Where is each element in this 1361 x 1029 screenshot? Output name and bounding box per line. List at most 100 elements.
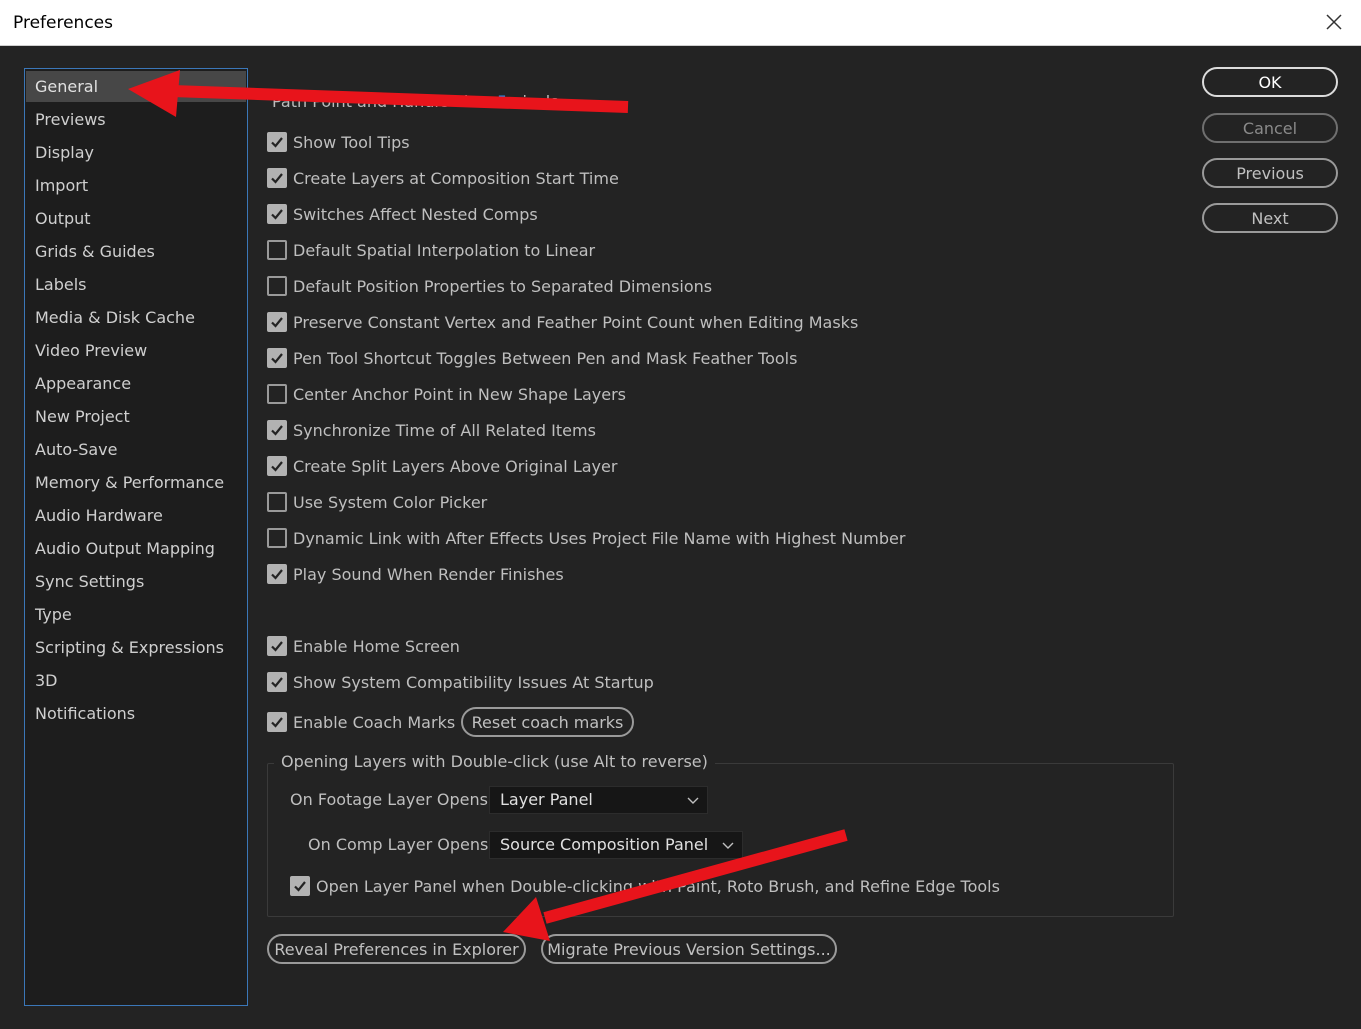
sidebar-item-previews[interactable]: Previews <box>26 104 246 135</box>
footage-layer-opens-select[interactable]: Layer Panel <box>489 786 708 814</box>
checkbox[interactable] <box>267 312 287 332</box>
migrate-settings-button[interactable]: Migrate Previous Version Settings... <box>541 934 837 964</box>
previous-button[interactable]: Previous <box>1202 158 1338 188</box>
checkbox[interactable] <box>267 420 287 440</box>
option-label: Enable Coach Marks <box>293 712 456 732</box>
option-pen-tool-shortcut[interactable]: Pen Tool Shortcut Toggles Between Pen an… <box>267 346 797 370</box>
check-icon <box>271 317 283 328</box>
option-system-color-picker[interactable]: Use System Color Picker <box>267 490 487 514</box>
option-label: Create Layers at Composition Start Time <box>293 168 619 188</box>
cancel-button[interactable]: Cancel <box>1202 113 1338 143</box>
checkbox[interactable] <box>267 204 287 224</box>
path-point-size-label: Path Point and Handle Size: <box>272 92 492 108</box>
check-icon <box>271 717 283 728</box>
sidebar-item-3d[interactable]: 3D <box>26 665 246 696</box>
sidebar-item-display[interactable]: Display <box>26 137 246 168</box>
sidebar-item-notifications[interactable]: Notifications <box>26 698 246 729</box>
check-icon <box>271 209 283 220</box>
sidebar-item-grids-guides[interactable]: Grids & Guides <box>26 236 246 267</box>
option-separated-dimensions[interactable]: Default Position Properties to Separated… <box>267 274 712 298</box>
check-icon <box>271 461 283 472</box>
path-point-size-value[interactable]: 5 <box>497 92 507 108</box>
sidebar-item-import[interactable]: Import <box>26 170 246 201</box>
checkbox[interactable] <box>267 240 287 260</box>
check-icon <box>271 677 283 688</box>
checkbox[interactable] <box>267 492 287 512</box>
sidebar-item-memory-performance[interactable]: Memory & Performance <box>26 467 246 498</box>
reset-coach-marks-button[interactable]: Reset coach marks <box>461 707 634 737</box>
check-icon <box>271 353 283 364</box>
checkbox[interactable] <box>267 168 287 188</box>
sidebar-item-new-project[interactable]: New Project <box>26 401 246 432</box>
checkbox[interactable] <box>267 528 287 548</box>
option-preserve-vertex-count[interactable]: Preserve Constant Vertex and Feather Poi… <box>267 310 858 334</box>
option-switches-nested-comps[interactable]: Switches Affect Nested Comps <box>267 202 538 226</box>
option-create-layers-at-start[interactable]: Create Layers at Composition Start Time <box>267 166 619 190</box>
checkbox[interactable] <box>267 564 287 584</box>
comp-layer-opens-value: Source Composition Panel <box>500 835 709 854</box>
checkbox[interactable] <box>290 876 310 896</box>
comp-layer-opens-select[interactable]: Source Composition Panel <box>489 831 743 859</box>
option-label: Preserve Constant Vertex and Feather Poi… <box>293 312 859 332</box>
title-bar: Preferences <box>0 0 1361 46</box>
sidebar-item-audio-output-mapping[interactable]: Audio Output Mapping <box>26 533 246 564</box>
footage-layer-opens-value: Layer Panel <box>500 790 593 809</box>
comp-layer-opens-label: On Comp Layer Opens: <box>308 835 494 854</box>
checkbox[interactable] <box>267 276 287 296</box>
option-label: Dynamic Link with After Effects Uses Pro… <box>293 528 906 548</box>
double-click-group-title: Opening Layers with Double-click (use Al… <box>274 752 715 771</box>
option-open-layer-panel-paint[interactable]: Open Layer Panel when Double-clicking wi… <box>290 874 1000 898</box>
check-icon <box>271 137 283 148</box>
sidebar-item-appearance[interactable]: Appearance <box>26 368 246 399</box>
sidebar-item-scripting-expressions[interactable]: Scripting & Expressions <box>26 632 246 663</box>
close-icon <box>1326 14 1342 30</box>
sidebar-item-media-disk-cache[interactable]: Media & Disk Cache <box>26 302 246 333</box>
option-label: Center Anchor Point in New Shape Layers <box>293 384 627 404</box>
sidebar-item-type[interactable]: Type <box>26 599 246 630</box>
checkbox[interactable] <box>267 636 287 656</box>
option-enable-home-screen[interactable]: Enable Home Screen <box>267 634 460 658</box>
sidebar-item-sync-settings[interactable]: Sync Settings <box>26 566 246 597</box>
checkbox[interactable] <box>267 348 287 368</box>
option-play-sound-render[interactable]: Play Sound When Render Finishes <box>267 562 564 586</box>
option-label: Create Split Layers Above Original Layer <box>293 456 618 476</box>
option-compatibility-issues[interactable]: Show System Compatibility Issues At Star… <box>267 670 654 694</box>
checkbox[interactable] <box>267 384 287 404</box>
path-point-size-unit: pixels <box>512 92 559 108</box>
option-label: Default Position Properties to Separated… <box>293 276 713 296</box>
option-show-tool-tips[interactable]: Show Tool Tips <box>267 130 410 154</box>
checkbox[interactable] <box>267 132 287 152</box>
sidebar-item-output[interactable]: Output <box>26 203 246 234</box>
footage-layer-opens-label: On Footage Layer Opens: <box>290 790 494 809</box>
checkbox[interactable] <box>267 712 287 732</box>
sidebar-item-labels[interactable]: Labels <box>26 269 246 300</box>
checkbox[interactable] <box>267 672 287 692</box>
checkbox[interactable] <box>267 456 287 476</box>
close-button[interactable] <box>1321 9 1347 35</box>
option-dynamic-link-highest-number[interactable]: Dynamic Link with After Effects Uses Pro… <box>267 526 905 550</box>
check-icon <box>271 569 283 580</box>
sidebar-item-auto-save[interactable]: Auto-Save <box>26 434 246 465</box>
option-label: Show System Compatibility Issues At Star… <box>293 672 654 692</box>
next-button[interactable]: Next <box>1202 203 1338 233</box>
option-label: Pen Tool Shortcut Toggles Between Pen an… <box>293 348 798 368</box>
option-label: Enable Home Screen <box>293 636 460 656</box>
option-split-layers-above[interactable]: Create Split Layers Above Original Layer <box>267 454 617 478</box>
sidebar-item-general[interactable]: General <box>26 71 246 102</box>
chevron-down-icon <box>687 797 699 804</box>
option-synchronize-time[interactable]: Synchronize Time of All Related Items <box>267 418 596 442</box>
sidebar-item-audio-hardware[interactable]: Audio Hardware <box>26 500 246 531</box>
check-icon <box>271 641 283 652</box>
option-spatial-interpolation-linear[interactable]: Default Spatial Interpolation to Linear <box>267 238 595 262</box>
option-label: Synchronize Time of All Related Items <box>293 420 596 440</box>
option-center-anchor-point[interactable]: Center Anchor Point in New Shape Layers <box>267 382 626 406</box>
option-label: Use System Color Picker <box>293 492 488 512</box>
option-label: Open Layer Panel when Double-clicking wi… <box>316 876 1000 896</box>
sidebar-item-video-preview[interactable]: Video Preview <box>26 335 246 366</box>
check-icon <box>271 425 283 436</box>
option-enable-coach-marks[interactable]: Enable Coach Marks <box>267 710 455 734</box>
preferences-category-list: General Previews Display Import Output G… <box>24 68 248 1006</box>
ok-button[interactable]: OK <box>1202 67 1338 97</box>
reveal-preferences-button[interactable]: Reveal Preferences in Explorer <box>267 934 526 964</box>
option-label: Default Spatial Interpolation to Linear <box>293 240 596 260</box>
